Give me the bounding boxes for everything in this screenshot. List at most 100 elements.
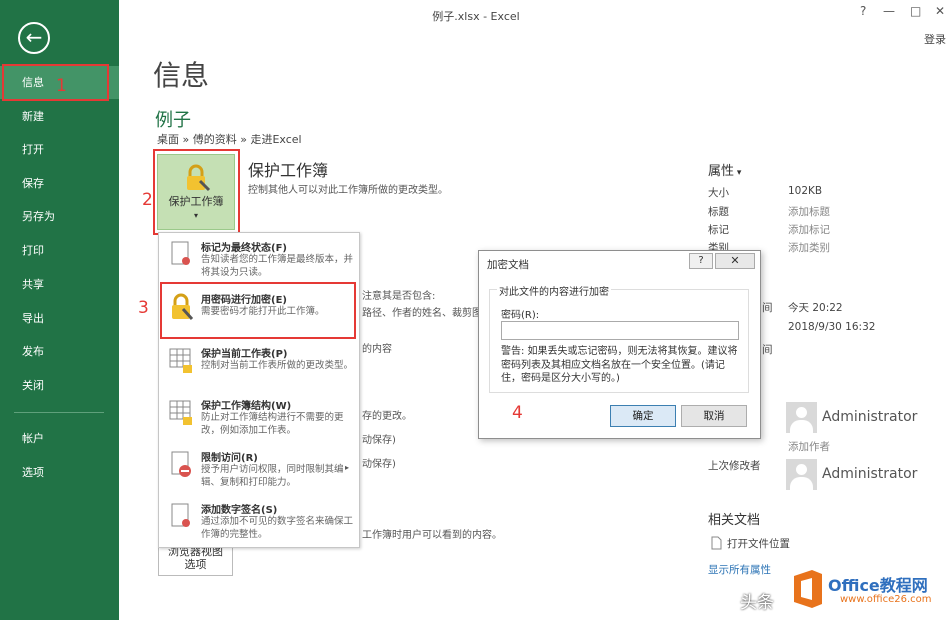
prop-value-size: 102KB bbox=[788, 185, 823, 197]
prop-value-created: 2018/9/30 16:32 bbox=[788, 321, 876, 333]
page-title: 信息 bbox=[153, 59, 210, 92]
prop-value-category[interactable]: 添加类别 bbox=[788, 240, 830, 255]
minimize-button[interactable]: — bbox=[883, 4, 895, 18]
sidebar-item-save-as[interactable]: 另存为 bbox=[0, 200, 119, 233]
prop-value-tags[interactable]: 添加标记 bbox=[788, 222, 830, 237]
autosave-text-1: 动保存) bbox=[362, 435, 396, 446]
annotation-number-1: 1 bbox=[56, 76, 67, 96]
author-avatar bbox=[786, 402, 817, 433]
annotation-number-3: 3 bbox=[138, 298, 149, 318]
prop-key-size: 大小 bbox=[708, 187, 729, 199]
sidebar-item-options[interactable]: 选项 bbox=[0, 456, 119, 489]
annotation-number-2: 2 bbox=[142, 190, 153, 210]
prop-key-tags: 标记 bbox=[708, 224, 729, 236]
login-link[interactable]: 登录 bbox=[924, 31, 946, 47]
back-arrow-icon[interactable]: ← bbox=[18, 22, 50, 54]
breadcrumb: 桌面 » 傅的资料 » 走进Excel bbox=[157, 133, 302, 146]
menu-item-desc: 授予用户访问权限，同时限制其编辑、复制和打印能力。 bbox=[201, 464, 344, 488]
encrypt-group-label: 对此文件的内容进行加密 bbox=[497, 283, 611, 298]
protect-description: 控制其他人可以对此工作簿所做的更改类型。 bbox=[248, 185, 448, 196]
sidebar-item-open[interactable]: 打开 bbox=[0, 133, 119, 166]
sidebar-item-new[interactable]: 新建 bbox=[0, 100, 119, 133]
menu-item-desc: 告知读者您的工作簿是最终版本，并将其设为只读。 bbox=[201, 254, 354, 278]
prop-key-title: 标题 bbox=[708, 206, 729, 218]
browser-view-text: 工作簿时用户可以看到的内容。 bbox=[362, 530, 502, 541]
cancel-button[interactable]: 取消 bbox=[681, 405, 747, 427]
inspect-text-2: 路径、作者的姓名、裁剪图 bbox=[362, 308, 482, 319]
properties-title-label: 属性 bbox=[708, 164, 735, 179]
file-icon bbox=[711, 536, 722, 550]
sidebar-item-share[interactable]: 共享 bbox=[0, 268, 119, 301]
dialog-help-button[interactable]: ? bbox=[689, 253, 713, 269]
document-ribbon-icon bbox=[171, 241, 190, 265]
password-warning: 警告: 如果丢失或忘记密码，则无法将其恢复。建议将密码列表及其相应文档名放在一个… bbox=[501, 346, 738, 384]
backstage-sidebar: ← 信息 1 新建 打开 保存 另存为 打印 共享 导出 发布 关闭 帐户 选项 bbox=[0, 0, 119, 620]
menu-item-desc: 防止对工作簿结构进行不需要的更改，例如添加工作表。 bbox=[201, 412, 344, 436]
sidebar-item-export[interactable]: 导出 bbox=[0, 302, 119, 335]
menu-item-digital-signature[interactable]: 添加数字签名(S) 通过添加不可见的数字签名来确保工作簿的完整性。 bbox=[159, 497, 359, 547]
menu-item-title: 保护当前工作表(P) bbox=[201, 349, 288, 360]
sheet-lock-icon bbox=[169, 348, 192, 373]
maximize-button[interactable]: □ bbox=[910, 4, 921, 18]
ok-button[interactable]: 确定 bbox=[610, 405, 676, 427]
related-docs-title: 相关文档 bbox=[708, 513, 761, 528]
sidebar-item-account[interactable]: 帐户 bbox=[0, 422, 119, 455]
office-logo-icon bbox=[794, 570, 822, 608]
workbook-lock-icon bbox=[169, 400, 192, 425]
menu-item-desc: 通过添加不可见的数字签名来确保工作簿的完整性。 bbox=[201, 516, 354, 540]
menu-item-protect-structure[interactable]: 保护工作簿结构(W) 防止对工作簿结构进行不需要的更改，例如添加工作表。 bbox=[159, 393, 359, 443]
close-button[interactable]: ✕ bbox=[935, 4, 945, 18]
annotation-box-2 bbox=[153, 149, 240, 235]
submenu-arrow-icon: ▸ bbox=[345, 463, 350, 472]
password-input[interactable] bbox=[501, 321, 739, 340]
sidebar-divider bbox=[14, 412, 104, 413]
protect-title: 保护工作簿 bbox=[248, 161, 329, 180]
restrict-icon bbox=[171, 451, 191, 477]
menu-item-protect-sheet[interactable]: 保护当前工作表(P) 控制对当前工作表所做的更改类型。 bbox=[159, 341, 359, 391]
file-name: 例子 bbox=[155, 110, 191, 131]
brand-name: Office教程网 bbox=[828, 576, 928, 595]
signature-icon bbox=[171, 503, 190, 527]
versions-text: 存的更改。 bbox=[362, 411, 412, 422]
sidebar-item-print[interactable]: 打印 bbox=[0, 234, 119, 267]
last-modified-name: Administrator bbox=[822, 466, 918, 482]
sidebar-item-publish[interactable]: 发布 bbox=[0, 335, 119, 368]
menu-item-mark-final[interactable]: 标记为最终状态(F) 告知读者您的工作簿是最终版本，并将其设为只读。 bbox=[159, 235, 359, 285]
dialog-title: 加密文档 bbox=[487, 259, 529, 271]
watermark-text: 头条 bbox=[740, 593, 774, 613]
dialog-close-button[interactable]: ✕ bbox=[715, 253, 755, 269]
sidebar-item-save[interactable]: 保存 bbox=[0, 167, 119, 200]
last-modified-avatar bbox=[786, 459, 817, 490]
help-icon[interactable]: ? bbox=[860, 4, 866, 18]
annotation-number-4: 4 bbox=[512, 403, 523, 423]
protect-dropdown-menu: 标记为最终状态(F) 告知读者您的工作簿是最终版本，并将其设为只读。 用密码进行… bbox=[158, 232, 360, 548]
last-modified-label: 上次修改者 bbox=[708, 460, 761, 472]
window-title: 例子.xlsx - Excel bbox=[432, 10, 520, 23]
chevron-down-icon: ▾ bbox=[734, 168, 742, 178]
sidebar-item-close[interactable]: 关闭 bbox=[0, 369, 119, 402]
prop-key-printed: 间 bbox=[762, 344, 773, 356]
brand-url: www.office26.com bbox=[840, 594, 932, 605]
open-file-location-link[interactable]: 打开文件位置 bbox=[727, 536, 790, 551]
menu-item-title: 添加数字签名(S) bbox=[201, 505, 278, 516]
inspect-text: 注意其是否包含: bbox=[362, 291, 436, 302]
brand-logo: Office教程网 www.office26.com bbox=[788, 568, 948, 614]
author-name: Administrator bbox=[822, 409, 918, 425]
password-label: 密码(R): bbox=[501, 310, 540, 321]
menu-item-title: 保护工作簿结构(W) bbox=[201, 401, 292, 412]
prop-value-modified: 今天 20:22 bbox=[788, 302, 843, 314]
encrypt-document-dialog: 加密文档 ? ✕ 对此文件的内容进行加密 密码(R): 警告: 如果丢失或忘记密… bbox=[478, 250, 761, 439]
browser-view-options-label: 浏览器视图 选项 bbox=[168, 545, 223, 571]
prop-key-modified: 间 bbox=[762, 302, 773, 314]
autosave-text-2: 动保存) bbox=[362, 459, 396, 470]
menu-item-title: 限制访问(R) bbox=[201, 453, 258, 464]
properties-title[interactable]: 属性 ▾ bbox=[708, 160, 741, 179]
menu-item-desc: 控制对当前工作表所做的更改类型。 bbox=[201, 360, 354, 371]
show-all-properties-link[interactable]: 显示所有属性 bbox=[708, 562, 771, 577]
menu-item-restrict-access[interactable]: 限制访问(R) 授予用户访问权限，同时限制其编辑、复制和打印能力。 ▸ bbox=[159, 445, 359, 495]
menu-item-title: 标记为最终状态(F) bbox=[201, 243, 287, 254]
prop-value-title[interactable]: 添加标题 bbox=[788, 204, 830, 219]
annotation-box-3 bbox=[160, 282, 356, 339]
inspect-text-3: 的内容 bbox=[362, 344, 392, 355]
add-author-link[interactable]: 添加作者 bbox=[788, 439, 830, 454]
